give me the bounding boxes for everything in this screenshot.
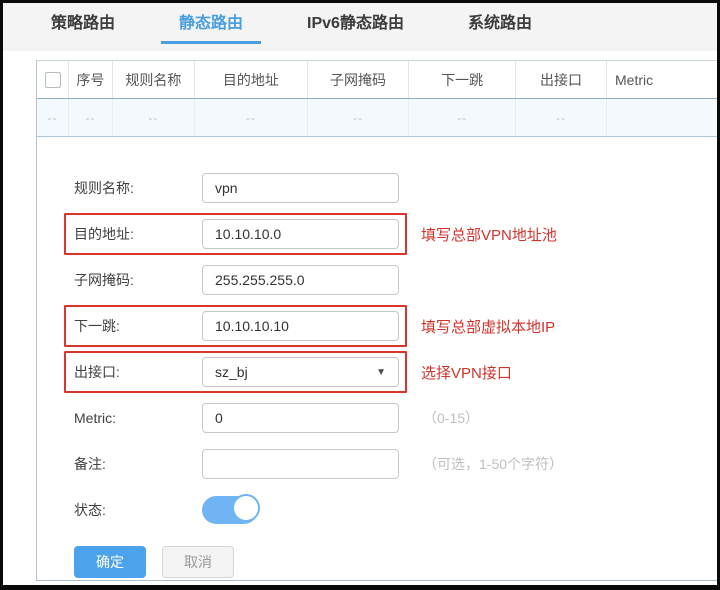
header-cell-subnet-mask: 子网掩码 <box>308 61 409 98</box>
dest-address-annotation: 填写总部VPN地址池 <box>421 224 557 245</box>
toggle-knob <box>232 494 260 522</box>
form-row-subnet-mask: 子网掩码: <box>64 257 717 303</box>
static-route-form: 规则名称: 目的地址: 填写总部VPN地址池 子网掩码: 下 <box>37 137 717 581</box>
row-cell: -- <box>409 99 516 136</box>
dropdown-arrow-icon: ▼ <box>376 367 386 378</box>
highlight-box: 目的地址: <box>64 213 407 255</box>
remark-hint: （可选，1-50个字符） <box>423 454 563 474</box>
next-hop-annotation: 填写总部虚拟本地IP <box>421 316 555 337</box>
metric-hint: （0-15） <box>423 408 479 428</box>
remark-input[interactable] <box>202 449 399 479</box>
header-cell-rule-name: 规则名称 <box>113 61 195 98</box>
subnet-mask-input[interactable] <box>202 265 399 295</box>
dest-address-label: 目的地址: <box>74 224 202 244</box>
row-cell <box>607 99 717 136</box>
header-cell-next-hop: 下一跳 <box>409 61 516 98</box>
table-row: -- -- -- -- -- -- -- <box>37 99 717 137</box>
next-hop-label: 下一跳: <box>74 316 202 336</box>
form-row-metric: Metric: （0-15） <box>64 395 717 441</box>
metric-label: Metric: <box>74 410 202 426</box>
header-cell-checkbox <box>37 61 69 98</box>
row-cell: -- <box>69 99 112 136</box>
row-cell: -- <box>37 99 69 136</box>
dest-address-input[interactable] <box>202 219 399 249</box>
out-interface-value: sz_bj <box>215 364 248 380</box>
out-interface-select[interactable]: sz_bj ▼ <box>202 357 399 387</box>
header-cell-dest-address: 目的地址 <box>195 61 308 98</box>
route-table-header: 序号 规则名称 目的地址 子网掩码 下一跳 出接口 Metric <box>37 61 717 99</box>
form-row-remark: 备注: （可选，1-50个字符） <box>64 441 717 487</box>
row-cell: -- <box>308 99 409 136</box>
remark-label: 备注: <box>74 454 202 474</box>
select-all-checkbox[interactable] <box>45 72 61 88</box>
tab-static-route[interactable]: 静态路由 <box>161 3 261 44</box>
subnet-mask-label: 子网掩码: <box>74 270 202 290</box>
form-row-out-interface: 出接口: sz_bj ▼ 选择VPN接口 <box>64 349 717 395</box>
form-row-rule-name: 规则名称: <box>64 165 717 211</box>
cancel-button[interactable]: 取消 <box>162 546 234 578</box>
header-cell-metric: Metric <box>607 61 717 98</box>
confirm-button[interactable]: 确定 <box>74 546 146 578</box>
status-toggle[interactable] <box>202 496 258 524</box>
rule-name-input[interactable] <box>202 173 399 203</box>
row-cell: -- <box>113 99 195 136</box>
highlight-box: 出接口: sz_bj ▼ <box>64 351 407 393</box>
route-tabs: 策略路由 静态路由 IPv6静态路由 系统路由 <box>3 3 717 51</box>
status-label: 状态: <box>74 500 202 520</box>
row-cell: -- <box>516 99 607 136</box>
form-row-next-hop: 下一跳: 填写总部虚拟本地IP <box>64 303 717 349</box>
static-route-panel: 序号 规则名称 目的地址 子网掩码 下一跳 出接口 Metric -- -- -… <box>36 60 717 581</box>
router-config-window: 策略路由 静态路由 IPv6静态路由 系统路由 序号 规则名称 目的地址 子网掩… <box>0 0 720 590</box>
tab-ipv6-static-route[interactable]: IPv6静态路由 <box>289 3 422 44</box>
tab-system-route[interactable]: 系统路由 <box>450 3 550 44</box>
header-cell-out-interface: 出接口 <box>516 61 607 98</box>
row-cell: -- <box>195 99 308 136</box>
header-cell-index: 序号 <box>69 61 112 98</box>
form-row-buttons: 确定 取消 <box>64 539 717 581</box>
next-hop-input[interactable] <box>202 311 399 341</box>
rule-name-label: 规则名称: <box>74 178 202 198</box>
form-row-status: 状态: <box>64 487 717 533</box>
metric-input[interactable] <box>202 403 399 433</box>
out-interface-label: 出接口: <box>74 362 202 382</box>
form-row-dest-address: 目的地址: 填写总部VPN地址池 <box>64 211 717 257</box>
tab-policy-route[interactable]: 策略路由 <box>33 3 133 44</box>
out-interface-annotation: 选择VPN接口 <box>421 362 512 383</box>
highlight-box: 下一跳: <box>64 305 407 347</box>
